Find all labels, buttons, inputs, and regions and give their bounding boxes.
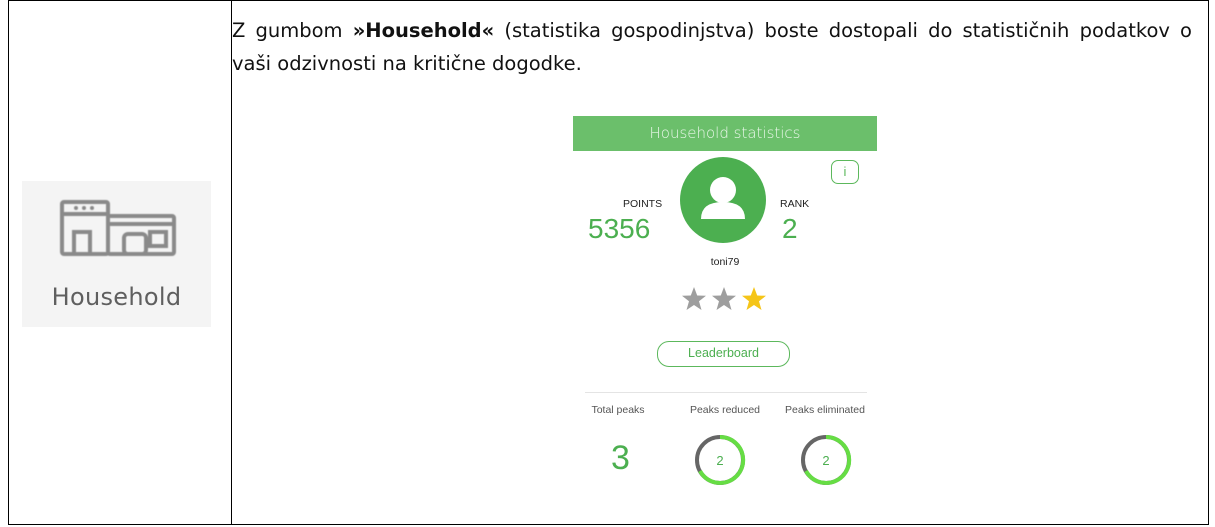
star-rating bbox=[682, 287, 766, 310]
rank-value: 2 bbox=[782, 213, 798, 244]
peaks-eliminated-ring: 2 bbox=[801, 434, 852, 485]
star-icon bbox=[742, 287, 766, 310]
description-text: Z gumbom »Household« (statistika gospodi… bbox=[232, 14, 1192, 80]
star-icon bbox=[682, 287, 706, 310]
username: toni79 bbox=[710, 256, 740, 268]
total-peaks-value: 3 bbox=[611, 439, 630, 477]
peaks-reduced-label: Peaks reduced bbox=[689, 404, 761, 416]
description-bold-term: »Household« bbox=[352, 19, 495, 42]
peaks-reduced-ring: 2 bbox=[695, 434, 746, 485]
rank-label: RANK bbox=[780, 198, 810, 210]
peaks-eliminated-label: Peaks eliminated bbox=[785, 404, 865, 416]
info-button[interactable]: i bbox=[831, 160, 859, 184]
points-value: 5356 bbox=[588, 213, 651, 244]
description-prefix: Z gumbom bbox=[232, 19, 353, 42]
total-peaks-label: Total peaks bbox=[591, 404, 645, 416]
app-header-title: Household statistics bbox=[573, 116, 877, 151]
user-icon bbox=[701, 177, 745, 219]
divider bbox=[585, 392, 867, 393]
peaks-eliminated-value: 2 bbox=[822, 453, 829, 468]
leaderboard-button[interactable]: Leaderboard bbox=[657, 341, 790, 367]
peaks-reduced-value: 2 bbox=[716, 453, 723, 468]
points-label: POINTS bbox=[623, 198, 663, 210]
star-icon bbox=[712, 287, 736, 310]
household-statistics-screenshot: Household statistics i POINTS 5356 RANK … bbox=[573, 116, 877, 492]
household-button-image: Household bbox=[22, 181, 211, 327]
avatar bbox=[680, 157, 766, 243]
household-icon bbox=[60, 200, 176, 256]
household-label: Household bbox=[51, 283, 182, 311]
